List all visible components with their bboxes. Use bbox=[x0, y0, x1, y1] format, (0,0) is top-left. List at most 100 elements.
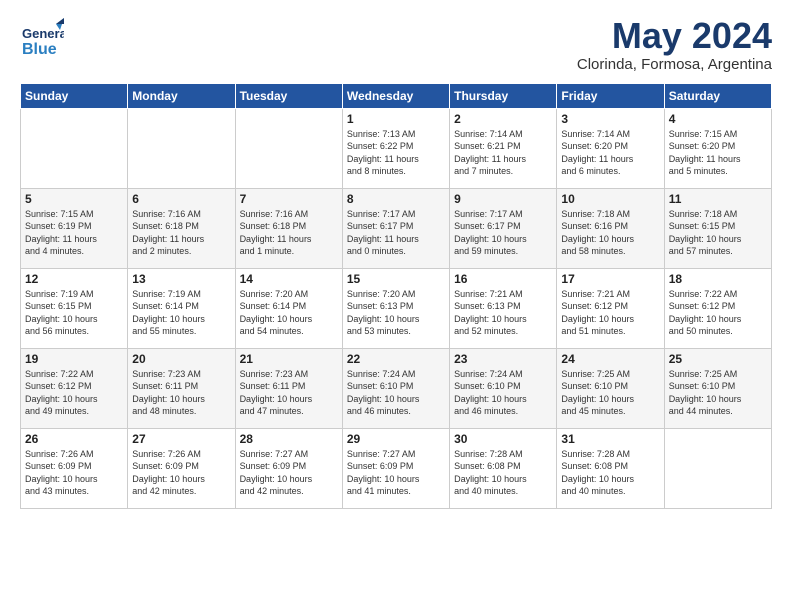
table-row: 6Sunrise: 7:16 AM Sunset: 6:18 PM Daylig… bbox=[128, 188, 235, 268]
day-number: 12 bbox=[25, 272, 123, 286]
day-info: Sunrise: 7:25 AM Sunset: 6:10 PM Dayligh… bbox=[669, 368, 767, 418]
week-row-1: 5 Sunrise: 7:15 AM Sunset: 6:19 PM Daylig… bbox=[21, 188, 772, 268]
day-number: 9 bbox=[454, 192, 552, 206]
day-info: Sunrise: 7:17 AM Sunset: 6:17 PM Dayligh… bbox=[347, 208, 445, 258]
day-number: 16 bbox=[454, 272, 552, 286]
day-info: Sunrise: 7:21 AM Sunset: 6:12 PM Dayligh… bbox=[561, 288, 659, 338]
table-row: 30Sunrise: 7:28 AM Sunset: 6:08 PM Dayli… bbox=[450, 428, 557, 508]
table-row: 10Sunrise: 7:18 AM Sunset: 6:16 PM Dayli… bbox=[557, 188, 664, 268]
day-number: 10 bbox=[561, 192, 659, 206]
week-row-3: 19 Sunrise: 7:22 AM Sunset: 6:12 PM Dayli… bbox=[21, 348, 772, 428]
day-number: 24 bbox=[561, 352, 659, 366]
day-number: 28 bbox=[240, 432, 338, 446]
day-number: 22 bbox=[347, 352, 445, 366]
day-info: Sunrise: 7:26 AM Sunset: 6:09 PM Dayligh… bbox=[25, 448, 123, 498]
day-info: Sunrise: 7:13 AM Sunset: 6:22 PM Dayligh… bbox=[347, 128, 445, 178]
table-row: 9 Sunrise: 7:17 AM Sunset: 6:17 PM Daylig… bbox=[450, 188, 557, 268]
day-number: 11 bbox=[669, 192, 767, 206]
day-info: Sunrise: 7:15 AM Sunset: 6:20 PM Dayligh… bbox=[669, 128, 767, 178]
col-friday: Friday bbox=[557, 83, 664, 108]
header: General Blue May 2024 Clorinda, Formosa,… bbox=[20, 16, 772, 73]
day-number: 20 bbox=[132, 352, 230, 366]
day-number: 13 bbox=[132, 272, 230, 286]
day-info: Sunrise: 7:16 AM Sunset: 6:18 PM Dayligh… bbox=[132, 208, 230, 258]
day-number: 23 bbox=[454, 352, 552, 366]
table-row: 17 Sunrise: 7:21 AM Sunset: 6:12 PM Dayli… bbox=[557, 268, 664, 348]
sub-title: Clorinda, Formosa, Argentina bbox=[577, 56, 772, 73]
day-number: 7 bbox=[240, 192, 338, 206]
day-info: Sunrise: 7:19 AM Sunset: 6:15 PM Dayligh… bbox=[25, 288, 123, 338]
day-info: Sunrise: 7:27 AM Sunset: 6:09 PM Dayligh… bbox=[240, 448, 338, 498]
col-tuesday: Tuesday bbox=[235, 83, 342, 108]
table-row bbox=[235, 108, 342, 188]
col-wednesday: Wednesday bbox=[342, 83, 449, 108]
table-row: 21Sunrise: 7:23 AM Sunset: 6:11 PM Dayli… bbox=[235, 348, 342, 428]
day-number: 14 bbox=[240, 272, 338, 286]
day-info: Sunrise: 7:15 AM Sunset: 6:19 PM Dayligh… bbox=[25, 208, 123, 258]
table-row: 29 Sunrise: 7:27 AM Sunset: 6:09 PM Dayli… bbox=[342, 428, 449, 508]
day-number: 29 bbox=[347, 432, 445, 446]
day-number: 18 bbox=[669, 272, 767, 286]
col-monday: Monday bbox=[128, 83, 235, 108]
table-row: 8 Sunrise: 7:17 AM Sunset: 6:17 PM Daylig… bbox=[342, 188, 449, 268]
calendar: Sunday Monday Tuesday Wednesday Thursday… bbox=[20, 83, 772, 509]
table-row: 14 Sunrise: 7:20 AM Sunset: 6:14 PM Dayli… bbox=[235, 268, 342, 348]
col-saturday: Saturday bbox=[664, 83, 771, 108]
day-info: Sunrise: 7:14 AM Sunset: 6:20 PM Dayligh… bbox=[561, 128, 659, 178]
day-number: 2 bbox=[454, 112, 552, 126]
day-number: 17 bbox=[561, 272, 659, 286]
col-thursday: Thursday bbox=[450, 83, 557, 108]
table-row: 5 Sunrise: 7:15 AM Sunset: 6:19 PM Daylig… bbox=[21, 188, 128, 268]
day-number: 1 bbox=[347, 112, 445, 126]
day-number: 25 bbox=[669, 352, 767, 366]
day-number: 21 bbox=[240, 352, 338, 366]
day-number: 8 bbox=[347, 192, 445, 206]
day-info: Sunrise: 7:16 AM Sunset: 6:18 PM Dayligh… bbox=[240, 208, 338, 258]
table-row: 16 Sunrise: 7:21 AM Sunset: 6:13 PM Dayli… bbox=[450, 268, 557, 348]
week-row-2: 12 Sunrise: 7:19 AM Sunset: 6:15 PM Dayli… bbox=[21, 268, 772, 348]
table-row: 4 Sunrise: 7:15 AM Sunset: 6:20 PM Daylig… bbox=[664, 108, 771, 188]
table-row: 18 Sunrise: 7:22 AM Sunset: 6:12 PM Dayli… bbox=[664, 268, 771, 348]
table-row: 28 Sunrise: 7:27 AM Sunset: 6:09 PM Dayli… bbox=[235, 428, 342, 508]
day-number: 27 bbox=[132, 432, 230, 446]
page: General Blue May 2024 Clorinda, Formosa,… bbox=[0, 0, 792, 519]
main-title: May 2024 bbox=[577, 16, 772, 56]
table-row: 20 Sunrise: 7:23 AM Sunset: 6:11 PM Dayli… bbox=[128, 348, 235, 428]
day-number: 26 bbox=[25, 432, 123, 446]
week-row-4: 26 Sunrise: 7:26 AM Sunset: 6:09 PM Dayli… bbox=[21, 428, 772, 508]
day-info: Sunrise: 7:28 AM Sunset: 6:08 PM Dayligh… bbox=[561, 448, 659, 498]
day-number: 4 bbox=[669, 112, 767, 126]
day-number: 19 bbox=[25, 352, 123, 366]
day-info: Sunrise: 7:22 AM Sunset: 6:12 PM Dayligh… bbox=[669, 288, 767, 338]
day-info: Sunrise: 7:22 AM Sunset: 6:12 PM Dayligh… bbox=[25, 368, 123, 418]
day-info: Sunrise: 7:23 AM Sunset: 6:11 PM Dayligh… bbox=[132, 368, 230, 418]
day-info: Sunrise: 7:27 AM Sunset: 6:09 PM Dayligh… bbox=[347, 448, 445, 498]
table-row: 23Sunrise: 7:24 AM Sunset: 6:10 PM Dayli… bbox=[450, 348, 557, 428]
table-row bbox=[664, 428, 771, 508]
table-row: 27 Sunrise: 7:26 AM Sunset: 6:09 PM Dayli… bbox=[128, 428, 235, 508]
table-row: 24 Sunrise: 7:25 AM Sunset: 6:10 PM Dayli… bbox=[557, 348, 664, 428]
day-info: Sunrise: 7:20 AM Sunset: 6:14 PM Dayligh… bbox=[240, 288, 338, 338]
day-info: Sunrise: 7:19 AM Sunset: 6:14 PM Dayligh… bbox=[132, 288, 230, 338]
table-row: 1 Sunrise: 7:13 AM Sunset: 6:22 PM Daylig… bbox=[342, 108, 449, 188]
logo-icon: General Blue bbox=[20, 16, 64, 60]
table-row bbox=[21, 108, 128, 188]
week-row-0: 1 Sunrise: 7:13 AM Sunset: 6:22 PM Daylig… bbox=[21, 108, 772, 188]
table-row bbox=[128, 108, 235, 188]
table-row: 25 Sunrise: 7:25 AM Sunset: 6:10 PM Dayli… bbox=[664, 348, 771, 428]
table-row: 3 Sunrise: 7:14 AM Sunset: 6:20 PM Daylig… bbox=[557, 108, 664, 188]
table-row: 12 Sunrise: 7:19 AM Sunset: 6:15 PM Dayli… bbox=[21, 268, 128, 348]
day-info: Sunrise: 7:25 AM Sunset: 6:10 PM Dayligh… bbox=[561, 368, 659, 418]
day-info: Sunrise: 7:14 AM Sunset: 6:21 PM Dayligh… bbox=[454, 128, 552, 178]
day-number: 3 bbox=[561, 112, 659, 126]
title-block: May 2024 Clorinda, Formosa, Argentina bbox=[577, 16, 772, 73]
day-info: Sunrise: 7:21 AM Sunset: 6:13 PM Dayligh… bbox=[454, 288, 552, 338]
table-row: 15Sunrise: 7:20 AM Sunset: 6:13 PM Dayli… bbox=[342, 268, 449, 348]
day-info: Sunrise: 7:26 AM Sunset: 6:09 PM Dayligh… bbox=[132, 448, 230, 498]
table-row: 13 Sunrise: 7:19 AM Sunset: 6:14 PM Dayli… bbox=[128, 268, 235, 348]
day-number: 30 bbox=[454, 432, 552, 446]
day-info: Sunrise: 7:20 AM Sunset: 6:13 PM Dayligh… bbox=[347, 288, 445, 338]
day-number: 5 bbox=[25, 192, 123, 206]
table-row: 2 Sunrise: 7:14 AM Sunset: 6:21 PM Daylig… bbox=[450, 108, 557, 188]
day-info: Sunrise: 7:17 AM Sunset: 6:17 PM Dayligh… bbox=[454, 208, 552, 258]
